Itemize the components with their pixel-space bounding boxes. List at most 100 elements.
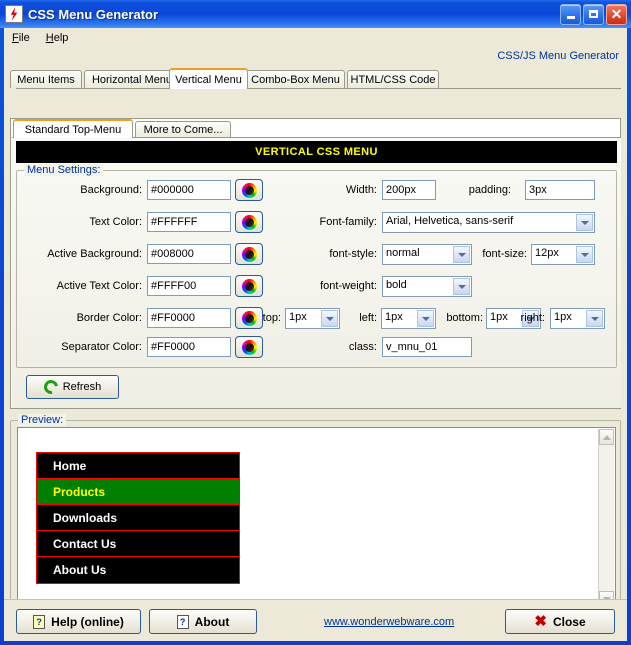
border-color-input[interactable]: [147, 308, 231, 328]
window-controls: ✕: [560, 3, 627, 25]
background-color-input[interactable]: [147, 180, 231, 200]
border-top-value: 1px: [289, 311, 307, 323]
close-icon: ✕: [610, 6, 623, 22]
separator-color-input[interactable]: [147, 337, 231, 357]
about-button[interactable]: ? About: [149, 609, 257, 634]
label-text-color: Text Color:: [89, 216, 142, 228]
width-input[interactable]: [382, 180, 436, 200]
question-page-icon: ?: [33, 614, 46, 629]
chevron-down-icon: [586, 310, 603, 327]
tab-horizontal-menu[interactable]: Horizontal Menu: [84, 70, 180, 88]
active-background-input[interactable]: [147, 244, 231, 264]
tab-vertical-menu[interactable]: Vertical Menu: [169, 68, 248, 89]
tab-menu-items[interactable]: Menu Items: [10, 70, 82, 88]
website-link[interactable]: www.wonderwebware.com: [324, 616, 454, 628]
chevron-up-icon: [602, 434, 611, 440]
vertical-css-menu-banner: VERTICAL CSS MENU: [16, 141, 617, 163]
client-area: FFileile Help CSS/JS Menu Generator Menu…: [4, 28, 627, 641]
preview-menu-item-about-us[interactable]: About Us: [37, 557, 239, 583]
title-bar: CSS Menu Generator ✕: [0, 0, 631, 28]
border-top-select[interactable]: 1px: [285, 308, 340, 329]
maximize-button[interactable]: [583, 3, 604, 25]
active-background-color-picker-button[interactable]: [235, 243, 263, 265]
font-style-value: normal: [386, 247, 420, 259]
brand-label: CSS/JS Menu Generator: [497, 50, 619, 62]
label-font-family: Font-family:: [319, 216, 377, 228]
lightning-bolt-icon: [5, 5, 23, 23]
preview-menu-item-contact-us[interactable]: Contact Us: [37, 531, 239, 557]
text-color-input[interactable]: [147, 212, 231, 232]
separator-color-picker-button[interactable]: [235, 336, 263, 358]
red-x-icon: ✖: [534, 612, 547, 630]
minimize-button[interactable]: [560, 3, 581, 25]
preview-menu-item-downloads[interactable]: Downloads: [37, 505, 239, 531]
menu-bar: FFileile Help: [4, 28, 627, 48]
label-font-weight: font-weight:: [320, 280, 377, 292]
color-wheel-icon: [241, 182, 257, 198]
text-color-picker-button[interactable]: [235, 211, 263, 233]
maximize-icon: [589, 10, 598, 18]
close-window-button[interactable]: ✕: [606, 3, 627, 25]
question-page-icon: ?: [176, 614, 189, 629]
label-active-background: Active Background:: [47, 248, 142, 260]
inner-tab-strip: Standard Top-Menu More to Come...: [11, 119, 620, 138]
preview-vertical-menu: Home Products Downloads Contact Us About…: [36, 452, 240, 584]
close-button[interactable]: ✖ Close: [505, 609, 615, 634]
help-online-label: Help (online): [51, 614, 124, 629]
font-family-select[interactable]: Arial, Helvetica, sans-serif: [382, 212, 595, 233]
preview-group: Preview: Home Products Downloads Contact…: [10, 414, 621, 614]
chevron-down-icon: [576, 246, 593, 263]
border-left-select[interactable]: 1px: [381, 308, 436, 329]
inner-tab-standard-top-menu[interactable]: Standard Top-Menu: [13, 119, 133, 138]
label-active-text-color: Active Text Color:: [56, 280, 142, 292]
close-button-label: Close: [552, 614, 586, 629]
label-font-style: font-style:: [329, 248, 377, 260]
label-width: Width:: [345, 184, 377, 196]
chevron-down-icon: [576, 214, 593, 231]
preview-vertical-scrollbar[interactable]: [598, 429, 614, 607]
tab-combo-box-menu[interactable]: Combo-Box Menu: [246, 70, 345, 88]
scroll-up-button[interactable]: [599, 429, 614, 445]
border-right-select[interactable]: 1px: [550, 308, 605, 329]
preview-menu-item-products[interactable]: Products: [37, 479, 239, 505]
font-size-select[interactable]: 12px: [531, 244, 595, 265]
menu-help[interactable]: Help: [46, 32, 69, 44]
label-border-right: right:: [520, 312, 545, 324]
inner-tab-more-to-come[interactable]: More to Come...: [135, 121, 231, 138]
class-input[interactable]: [382, 337, 472, 357]
label-padding: padding:: [468, 184, 511, 196]
refresh-button[interactable]: Refresh: [26, 375, 119, 399]
label-border-top: top:: [262, 312, 281, 324]
preview-menu-item-home[interactable]: Home: [37, 453, 239, 479]
minimize-icon: [566, 16, 575, 19]
about-label: About: [194, 614, 230, 629]
font-style-select[interactable]: normal: [382, 244, 472, 265]
refresh-button-label: Refresh: [62, 381, 102, 393]
active-text-color-picker-button[interactable]: [235, 275, 263, 297]
menu-file[interactable]: FFileile: [12, 32, 30, 44]
label-border-bottom: bottom:: [446, 312, 483, 324]
background-color-picker-button[interactable]: [235, 179, 263, 201]
font-family-value: Arial, Helvetica, sans-serif: [386, 215, 514, 227]
help-online-button[interactable]: ? Help (online): [16, 609, 141, 634]
color-wheel-icon: [241, 214, 257, 230]
font-size-value: 12px: [535, 247, 559, 259]
padding-input[interactable]: [525, 180, 595, 200]
font-weight-select[interactable]: bold: [382, 276, 472, 297]
label-border-color: Border Color:: [76, 312, 142, 324]
window-title: CSS Menu Generator: [28, 6, 159, 22]
footer-bar: ? Help (online) ? About www.wonderwebwar…: [4, 599, 627, 641]
color-wheel-icon: [241, 246, 257, 262]
chevron-down-icon: [453, 278, 470, 295]
color-wheel-icon: [241, 278, 257, 294]
chevron-down-icon: [453, 246, 470, 263]
vertical-menu-panel: Standard Top-Menu More to Come... VERTIC…: [10, 118, 621, 409]
refresh-icon: [40, 377, 61, 397]
active-text-color-input[interactable]: [147, 276, 231, 296]
brand-line: CSS/JS Menu Generator: [4, 48, 627, 68]
font-weight-value: bold: [386, 279, 407, 291]
chevron-down-icon: [417, 310, 434, 327]
tab-html-css-code[interactable]: HTML/CSS Code: [347, 70, 439, 88]
menu-settings-legend: Menu Settings:: [24, 164, 104, 176]
preview-legend: Preview:: [18, 414, 67, 426]
